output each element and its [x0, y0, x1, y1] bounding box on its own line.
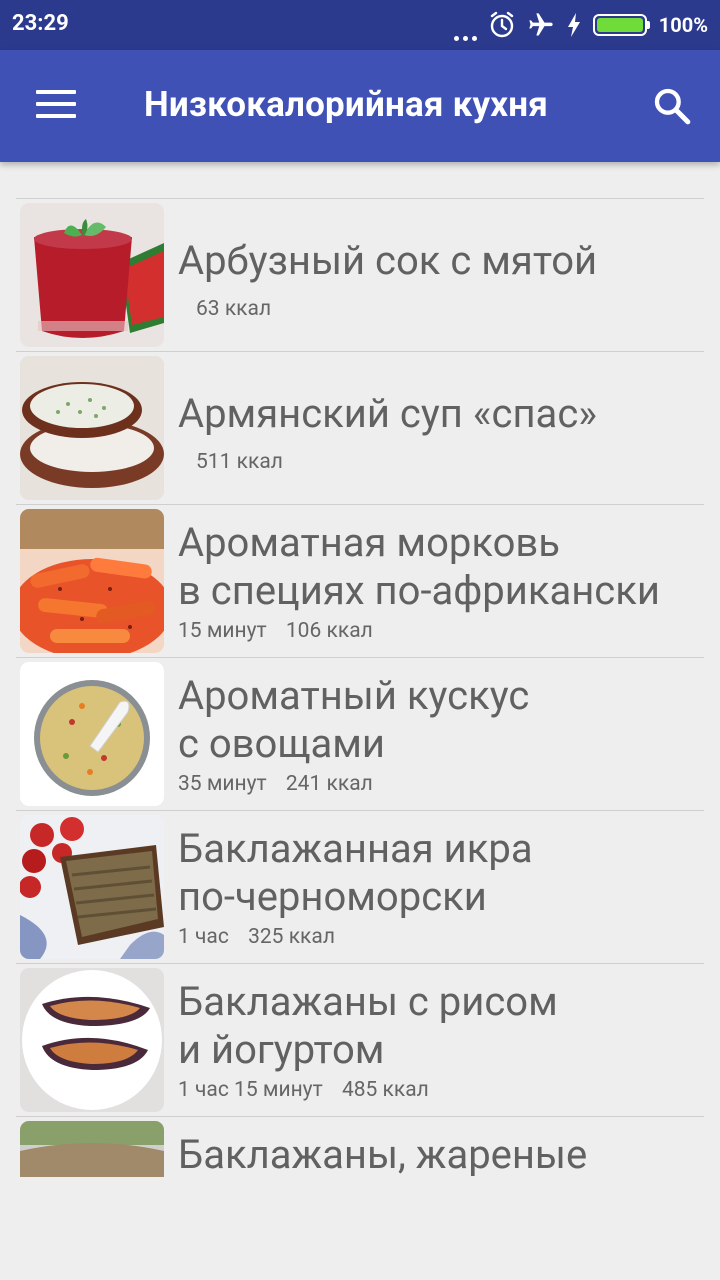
battery-level: [596, 18, 643, 32]
recipe-text: Ароматный кускус с овощами 35 минут 241 …: [178, 672, 704, 796]
app-bar: Низкокалорийная кухня: [0, 50, 720, 162]
recipe-text: Арбузный сок с мятой 63 ккал: [178, 237, 704, 321]
yogurt-soup-photo: [20, 356, 164, 500]
search-icon[interactable]: [652, 86, 692, 126]
recipe-item-couscous[interactable]: Ароматный кускус с овощами 35 минут 241 …: [16, 657, 704, 810]
recipe-title: Баклажаны, жареные: [178, 1131, 588, 1177]
recipe-text: Баклажаны с рисом и йогуртом 1 час 15 ми…: [178, 978, 704, 1102]
recipe-item-armenian-soup[interactable]: Армянский суп «спас» 511 ккал: [16, 351, 704, 504]
status-bar: 23:29 100%: [0, 0, 720, 50]
recipe-meta: 63 ккал: [196, 297, 704, 321]
recipe-meta: 511 ккал: [196, 450, 704, 474]
recipe-title: Ароматный кускус с овощами: [178, 672, 530, 767]
battery-icon: [592, 14, 650, 36]
recipe-kcal: 511 ккал: [196, 450, 283, 474]
recipe-title: Ароматная морковь в специях по-африканск…: [178, 519, 660, 614]
recipe-kcal: 106 ккал: [285, 619, 373, 643]
recipe-item-watermelon-juice[interactable]: Арбузный сок с мятой 63 ккал: [16, 198, 704, 351]
couscous-photo: [20, 662, 164, 806]
recipe-meta: 1 час 325 ккал: [178, 925, 704, 949]
spiced-carrots-photo: [20, 509, 164, 653]
recipe-meta: 15 минут 106 ккал: [178, 619, 704, 643]
recipe-title: Армянский суп «спас»: [178, 390, 598, 437]
status-icons: 100%: [453, 9, 708, 41]
recipe-item-eggplant-caviar[interactable]: Баклажанная икра по-черноморски 1 час 32…: [16, 810, 704, 963]
status-time: 23:29: [12, 11, 69, 36]
recipe-text: Армянский суп «спас» 511 ккал: [178, 390, 704, 474]
eggplant-caviar-photo: [20, 815, 164, 959]
alarm-icon: [490, 11, 513, 38]
recipe-meta: 35 минут 241 ккал: [178, 772, 704, 796]
battery-percent: 100%: [658, 13, 708, 37]
more-dots-icon: [453, 9, 477, 41]
recipe-item-stuffed-eggplant[interactable]: Баклажаны с рисом и йогуртом 1 час 15 ми…: [16, 963, 704, 1116]
recipe-time: 1 час 15 минут: [178, 1078, 323, 1102]
recipe-text: Ароматная морковь в специях по-африканск…: [178, 519, 704, 643]
recipe-time: 35 минут: [178, 772, 267, 796]
charging-icon: [567, 13, 580, 37]
hamburger-menu-icon[interactable]: [36, 90, 76, 120]
recipe-title: Баклажанная икра по-черноморски: [178, 825, 533, 920]
recipe-item-spiced-carrots[interactable]: Ароматная морковь в специях по-африканск…: [16, 504, 704, 657]
recipe-time: 15 минут: [178, 619, 267, 643]
recipe-text: Баклажаны, жареные: [178, 1131, 704, 1177]
recipe-title: Арбузный сок с мятой: [178, 237, 598, 284]
recipe-item-fried-eggplant[interactable]: Баклажаны, жареные: [16, 1116, 704, 1177]
airplane-mode-icon: [529, 13, 553, 36]
recipe-meta: 1 час 15 минут 485 ккал: [178, 1078, 704, 1102]
stuffed-eggplant-photo: [20, 968, 164, 1112]
recipe-list: Арбузный сок с мятой 63 ккал Армянский с…: [16, 198, 704, 1177]
fried-eggplant-photo: [20, 1121, 164, 1177]
recipe-text: Баклажанная икра по-черноморски 1 час 32…: [178, 825, 704, 949]
recipe-kcal: 63 ккал: [196, 297, 272, 321]
page-title: Низкокалорийная кухня: [144, 84, 549, 125]
recipe-kcal: 241 ккал: [285, 772, 373, 796]
recipe-title: Баклажаны с рисом и йогуртом: [178, 978, 558, 1073]
recipe-kcal: 325 ккал: [248, 925, 335, 949]
watermelon-juice-photo: [20, 203, 164, 347]
recipe-kcal: 485 ккал: [341, 1078, 429, 1102]
recipe-time: 1 час: [178, 925, 229, 949]
